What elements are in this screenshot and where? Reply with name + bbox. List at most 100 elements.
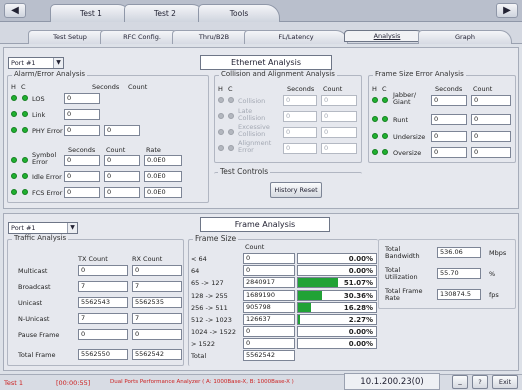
frame-size-bar-fill — [298, 315, 300, 324]
frame-size-row-label: 65 -> 127 — [191, 279, 224, 288]
frame-port-select[interactable]: Port #1 ▼ — [8, 222, 78, 234]
tab-graph[interactable]: Graph — [418, 30, 512, 44]
tab-analysis[interactable]: Analysis — [344, 30, 428, 42]
frame-size-group: Frame Size Count < 64 0 0.00% 64 0 0.00% 65 ->… — [188, 234, 378, 366]
history-reset-button[interactable]: History Reset — [270, 182, 322, 198]
idle-error-seconds: 0 — [64, 171, 100, 182]
frame-size-bar-fill — [298, 302, 311, 312]
traffic-row-rx: 0 — [132, 329, 182, 340]
alignment-error-history-led — [218, 145, 224, 151]
los-current-led — [22, 95, 28, 101]
idle-error-current-led — [22, 173, 28, 179]
traffic-row-tx: 5562543 — [78, 297, 128, 308]
fcs-error-count: 0 — [104, 187, 140, 198]
frame-size-row-label: 1024 -> 1522 — [191, 328, 237, 337]
help-button[interactable]: ? — [472, 375, 488, 389]
frame-size-row-percent-bar: 0.00% — [297, 265, 377, 277]
symbol-count-header: Count — [106, 146, 126, 154]
alignment-error-seconds: 0 — [283, 143, 317, 154]
symbol-error-count: 0 — [104, 155, 140, 166]
link-history-led — [11, 111, 17, 117]
frame-size-row-label: < 64 — [191, 255, 207, 263]
summary-value: 536.06 — [437, 247, 481, 258]
jabber-giant-seconds: 0 — [431, 95, 467, 106]
frame-analysis-title: Frame Analysis — [200, 217, 330, 232]
alarm-c-header: C — [21, 83, 26, 91]
symbol-error-label: Symbol Error — [32, 151, 57, 166]
undersize-current-led — [382, 133, 388, 139]
oversize-label: Oversize — [393, 149, 422, 157]
late-collision-count: 0 — [321, 111, 357, 122]
ethernet-analysis-title: Ethernet Analysis — [200, 55, 332, 70]
collision-seconds-header: Seconds — [287, 85, 315, 93]
frame-size-row-percent: 0.00% — [348, 267, 373, 276]
undersize-seconds: 0 — [431, 131, 467, 142]
minimize-button[interactable]: _ — [452, 375, 468, 389]
los-history-led — [11, 95, 17, 101]
forward-arrow-button[interactable]: ▶ — [496, 3, 518, 18]
fcs-error-current-led — [22, 189, 28, 195]
traffic-row-rx: 5562535 — [132, 297, 182, 308]
undersize-label: Undersize — [393, 133, 426, 141]
chevron-down-icon: ▼ — [53, 58, 63, 68]
summary-unit: fps — [489, 291, 499, 299]
frame-size-row-percent: 16.28% — [343, 303, 373, 312]
traffic-row-label: Unicast — [18, 299, 43, 307]
frame-size-row-percent: 0.00% — [348, 340, 373, 349]
frame-size-row-label: 128 -> 255 — [191, 291, 228, 300]
los-seconds: 0 — [64, 93, 100, 104]
frame-size-error-legend: Frame Size Error Analysis — [373, 70, 466, 78]
runt-label: Runt — [393, 116, 409, 124]
summary-value: 130874.5 — [437, 289, 481, 300]
fse-seconds-header: Seconds — [435, 85, 463, 93]
status-elapsed-time: [00:00:55] — [56, 379, 91, 387]
tab-tools[interactable]: Tools — [198, 4, 280, 22]
frame-size-row-count: 0 — [243, 265, 295, 277]
frame-size-row-count: 0 — [243, 253, 295, 264]
symbol-error-rate: 0.0E0 — [144, 155, 182, 166]
frame-size-row-percent-bar: 0.00% — [297, 326, 377, 338]
frame-size-row-percent: 0.00% — [348, 255, 373, 263]
alarm-seconds-header: Seconds — [92, 83, 120, 91]
back-arrow-button[interactable]: ◀ — [4, 3, 26, 18]
frame-size-total-count: 5562542 — [243, 350, 295, 361]
total-frame-tx: 5562550 — [78, 349, 128, 360]
symbol-error-history-led — [11, 157, 17, 163]
runt-current-led — [382, 116, 388, 122]
alignment-error-count: 0 — [321, 143, 357, 154]
collision-label: Collision — [238, 97, 266, 105]
ethernet-port-select[interactable]: Port #1 ▼ — [8, 57, 64, 69]
summary-value: 55.70 — [437, 268, 481, 279]
frame-size-row-percent-bar: 0.00% — [297, 253, 377, 264]
fcs-error-rate: 0.0E0 — [144, 187, 182, 198]
traffic-row-tx: 0 — [78, 265, 128, 276]
tab-test-1[interactable]: Test 1 — [50, 4, 132, 22]
traffic-row-label: Broadcast — [18, 283, 51, 291]
frame-size-row-percent: 30.36% — [343, 291, 373, 300]
frame-port-value: Port #1 — [11, 224, 36, 232]
late-collision-current-led — [228, 113, 234, 119]
link-current-led — [22, 111, 28, 117]
summary-unit: % — [489, 270, 496, 278]
collision-alignment-group: Collision and Alignment Analysis H C Sec… — [214, 70, 362, 163]
oversize-count: 0 — [471, 147, 511, 158]
frame-size-row-count: 126637 — [243, 314, 295, 325]
tab-test-2[interactable]: Test 2 — [124, 4, 206, 22]
alarm-error-legend: Alarm/Error Analysis — [12, 70, 88, 78]
traffic-analysis-group: Traffic Analysis TX Count RX Count Multi… — [7, 234, 184, 366]
phy-error-history-led — [11, 127, 17, 133]
exit-button[interactable]: Exit — [492, 375, 518, 389]
tab-fl-latency[interactable]: FL/Latency — [244, 30, 348, 44]
traffic-row-tx: 0 — [78, 329, 128, 340]
frame-analysis-panel: Port #1 ▼ Frame Analysis Traffic Analysis… — [3, 213, 519, 371]
rx-count-header: RX Count — [132, 255, 163, 263]
collision-count: 0 — [321, 95, 357, 106]
frame-size-row-percent-bar: 16.28% — [297, 301, 377, 313]
ip-address-display: 10.1.200.23(0) — [344, 373, 440, 390]
oversize-seconds: 0 — [431, 147, 467, 158]
frame-size-legend: Frame Size — [193, 234, 239, 243]
phy-error-count: 0 — [104, 125, 140, 136]
frame-size-row-percent: 2.27% — [348, 316, 373, 324]
frame-size-row-label: 64 — [191, 267, 200, 276]
jabber-giant-count: 0 — [471, 95, 511, 106]
